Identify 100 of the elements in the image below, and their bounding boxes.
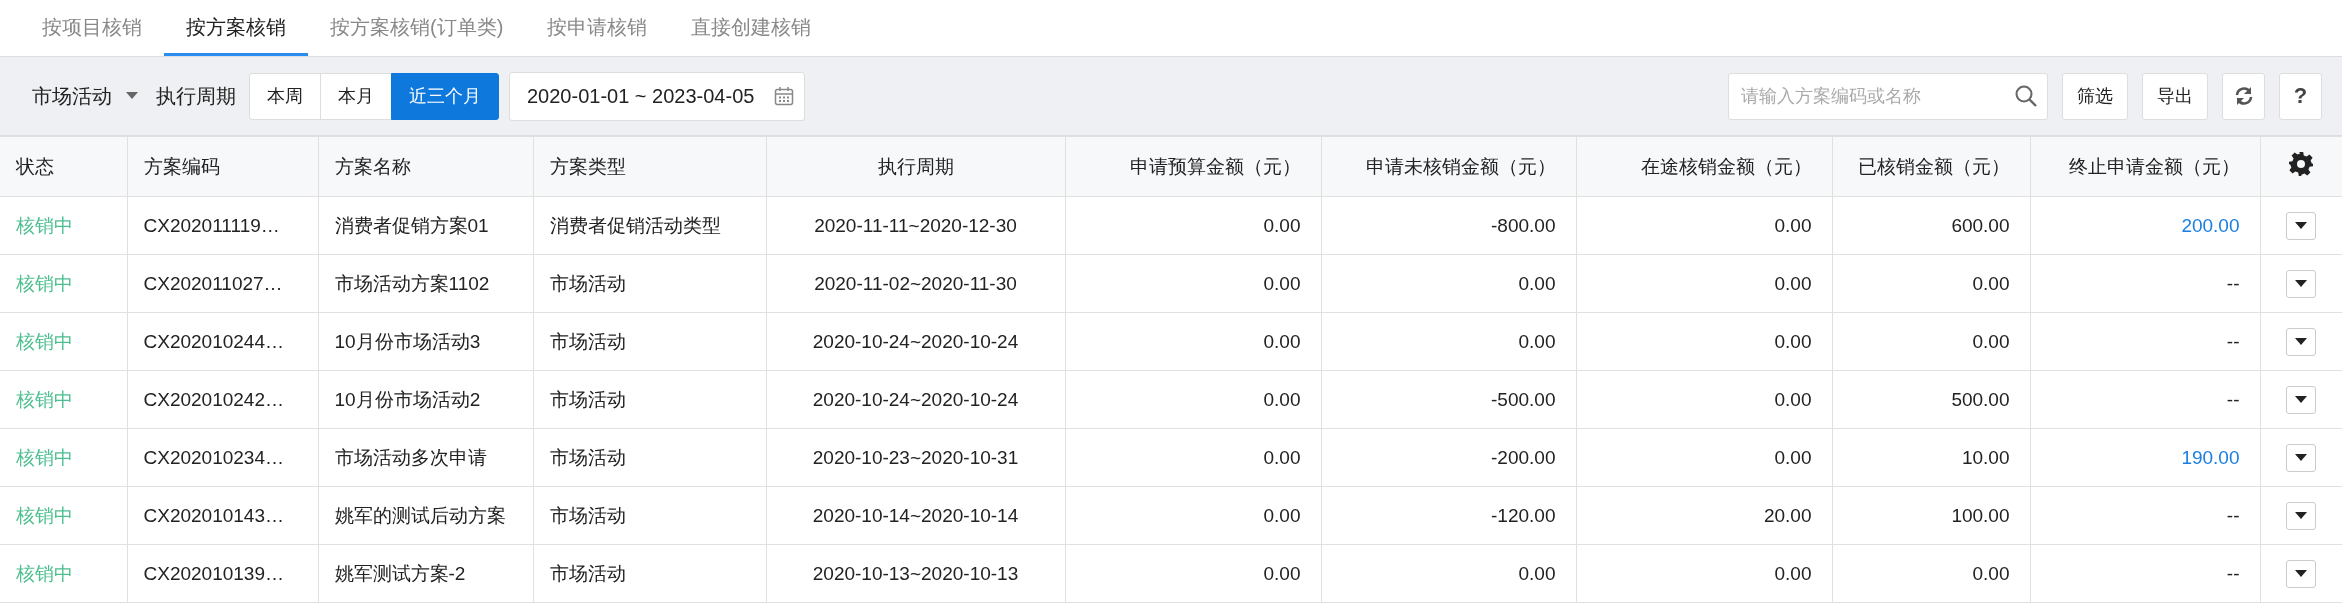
table-cell: 0.00: [1972, 330, 2010, 352]
caret-icon: [2295, 454, 2307, 461]
table-cell: 10月份市场活动2: [334, 388, 481, 410]
table-cell: 2020-10-24~2020-10-24: [812, 330, 1019, 352]
table-cell: -120.00: [1491, 504, 1556, 526]
table-cell: 市场活动: [549, 504, 626, 526]
table-cell: CX202010234…: [143, 446, 284, 468]
column-header: 申请未核销金额（元）: [1321, 136, 1576, 197]
table-cell: 600.00: [1951, 214, 2010, 236]
table-cell: 10月份市场活动3: [334, 330, 481, 352]
refresh-button[interactable]: [2222, 72, 2265, 120]
table-cell: 0.00: [1972, 272, 2010, 294]
row-menu-button[interactable]: [2286, 559, 2316, 588]
table-cell: 2020-10-23~2020-10-31: [812, 446, 1019, 468]
column-header: 方案编码: [127, 136, 318, 197]
period-button[interactable]: 近三个月: [391, 72, 499, 120]
table-cell: 姚军的测试后动方案: [334, 504, 506, 526]
table-cell: 0.00: [1972, 562, 2010, 584]
tab[interactable]: 按项目核销: [20, 0, 164, 56]
table-cell: 2020-11-02~2020-11-30: [814, 272, 1017, 294]
table-cell: 0.00: [1518, 272, 1556, 294]
table-cell: CX202011119…: [143, 214, 280, 236]
table-cell: 市场活动: [549, 330, 626, 352]
search-field[interactable]: 请输入方案编码或名称: [1728, 72, 2048, 120]
tab[interactable]: 直接创建核销: [669, 0, 834, 56]
tab[interactable]: 按申请核销: [525, 0, 670, 56]
table-cell: -800.00: [1491, 214, 1556, 236]
table-cell: 市场活动方案1102: [334, 272, 490, 294]
row-menu-button[interactable]: [2286, 269, 2316, 298]
table-cell: 10.00: [1961, 446, 2010, 468]
amount-link[interactable]: 200.00: [2181, 214, 2240, 236]
table-cell: 2020-10-13~2020-10-13: [812, 562, 1019, 584]
table-cell: --: [2226, 562, 2240, 584]
table-cell: 市场活动: [549, 388, 626, 410]
row-menu-button[interactable]: [2286, 211, 2316, 240]
amount-link[interactable]: 190.00: [2181, 446, 2240, 468]
table-cell: CX202010242…: [143, 388, 284, 410]
column-header: 方案名称: [318, 136, 533, 197]
table-cell: -200.00: [1491, 446, 1556, 468]
calendar-icon: [774, 86, 795, 106]
table-cell: 0.00: [1774, 562, 1812, 584]
period-button[interactable]: 本月: [320, 72, 392, 120]
table-cell: 消费者促销方案01: [334, 214, 489, 236]
row-menu-button[interactable]: [2286, 327, 2316, 356]
table-cell: 市场活动: [549, 446, 626, 468]
status-text: 核销中: [16, 388, 73, 410]
table-cell: 2020-10-14~2020-10-14: [812, 504, 1019, 526]
caret-icon: [2295, 570, 2307, 577]
table-cell: CX202011027…: [143, 272, 283, 294]
status-text: 核销中: [16, 272, 73, 294]
table-cell: 2020-10-24~2020-10-24: [812, 388, 1019, 410]
table-cell: 500.00: [1951, 388, 2010, 410]
status-text: 核销中: [16, 562, 73, 584]
table-cell: CX202010244…: [143, 330, 284, 352]
column-header: 状态: [0, 136, 127, 197]
settings-icon: [2288, 151, 2314, 177]
period-label: 执行周期: [156, 83, 236, 109]
table-cell: 0.00: [1263, 214, 1301, 236]
help-button[interactable]: ?: [2279, 72, 2322, 120]
search-icon: [2014, 83, 2038, 108]
table-cell: CX202010143…: [143, 504, 284, 526]
toolbar-button[interactable]: 导出: [2142, 72, 2208, 120]
row-menu-button[interactable]: [2286, 501, 2316, 530]
table-cell: 20.00: [1763, 504, 1812, 526]
column-header: 终止申请金额（元）: [2030, 136, 2260, 197]
table-cell: 0.00: [1263, 388, 1301, 410]
table-cell: --: [2226, 272, 2240, 294]
table-cell: 100.00: [1951, 504, 2010, 526]
date-range-field[interactable]: 2020-01-01 ~ 2023-04-05: [509, 71, 806, 121]
row-menu-button[interactable]: [2286, 443, 2316, 472]
table-cell: -500.00: [1491, 388, 1556, 410]
table-cell: 0.00: [1263, 562, 1301, 584]
row-menu-button[interactable]: [2286, 385, 2316, 414]
caret-icon: [2295, 396, 2307, 403]
table-cell: 0.00: [1518, 562, 1556, 584]
column-header: 已核销金额（元）: [1832, 136, 2030, 197]
tab[interactable]: 按方案核销(订单类): [308, 0, 526, 56]
column-header: 申请预算金额（元）: [1065, 136, 1321, 197]
table-cell: 0.00: [1774, 214, 1812, 236]
status-text: 核销中: [16, 446, 73, 468]
caret-icon: [126, 92, 138, 100]
table-cell: CX202010139…: [143, 562, 284, 584]
toolbar-button[interactable]: 筛选: [2062, 72, 2128, 120]
caret-icon: [2295, 280, 2307, 287]
column-header: 方案类型: [533, 136, 766, 197]
table-cell: 0.00: [1518, 330, 1556, 352]
table-cell: 0.00: [1774, 446, 1812, 468]
table-cell: 市场活动多次申请: [334, 446, 487, 468]
table-cell: 0.00: [1774, 330, 1812, 352]
table-cell: 姚军测试方案-2: [334, 562, 466, 584]
table-cell: 0.00: [1263, 504, 1301, 526]
status-text: 核销中: [16, 214, 73, 236]
table-cell: 0.00: [1774, 388, 1812, 410]
period-button[interactable]: 本周: [249, 72, 321, 120]
category-dropdown[interactable]: 市场活动: [32, 82, 138, 110]
table-cell: 消费者促销活动类型: [549, 214, 721, 236]
table-cell: 市场活动: [549, 562, 626, 584]
column-header: 执行周期: [766, 136, 1065, 197]
column-header: 在途核销金额（元）: [1576, 136, 1832, 197]
status-text: 核销中: [16, 504, 73, 526]
